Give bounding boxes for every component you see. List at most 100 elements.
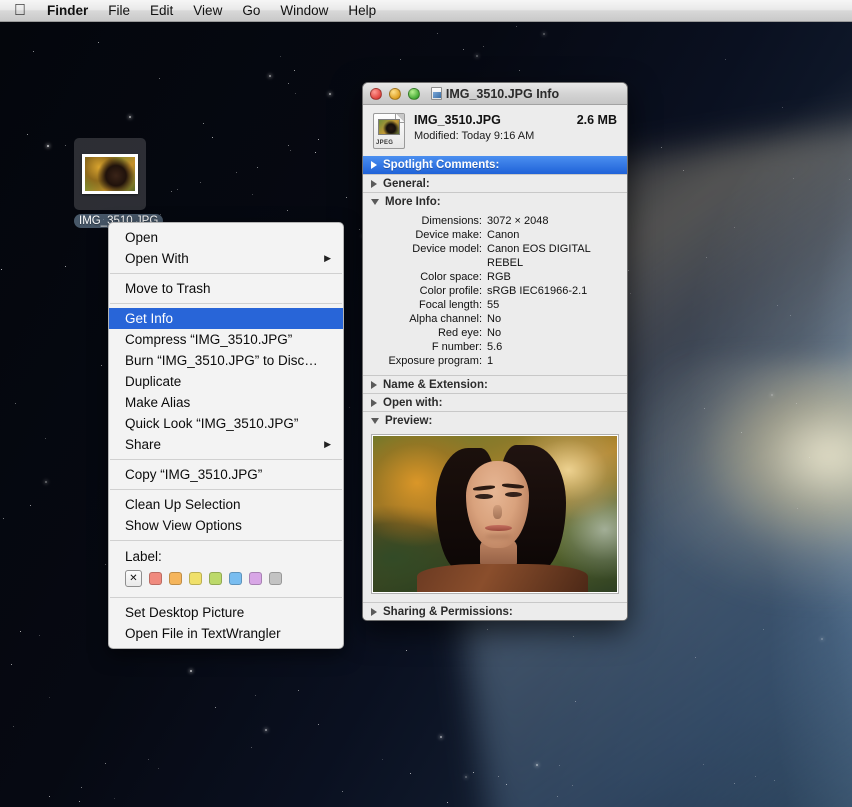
context-menu-item[interactable]: Share ▶ bbox=[109, 434, 343, 455]
menu-item-go[interactable]: Go bbox=[232, 0, 270, 22]
get-info-window[interactable]: IMG_3510.JPG Info JPEG IMG_3510.JPG 2.6 … bbox=[362, 82, 628, 621]
star bbox=[704, 408, 705, 409]
close-button[interactable] bbox=[370, 87, 382, 100]
star bbox=[318, 139, 319, 140]
star bbox=[159, 78, 160, 79]
star bbox=[288, 83, 289, 84]
star bbox=[557, 796, 558, 797]
context-menu-item[interactable]: Move to Trash bbox=[109, 278, 343, 299]
label-color-gray[interactable] bbox=[269, 572, 282, 585]
menu-item-view[interactable]: View bbox=[183, 0, 232, 22]
minimize-button[interactable] bbox=[389, 87, 401, 100]
star bbox=[11, 664, 12, 665]
star bbox=[809, 457, 810, 458]
file-thumbnail bbox=[82, 154, 138, 194]
context-menu-item[interactable]: Get Info bbox=[109, 308, 343, 329]
menu-separator bbox=[110, 489, 342, 490]
more-info-value: 1 bbox=[487, 355, 494, 367]
menu-bar[interactable]:  Finder File Edit View Go Window Help bbox=[0, 0, 852, 22]
label-color-blue[interactable] bbox=[229, 572, 242, 585]
context-menu-item[interactable]: Open With ▶ bbox=[109, 248, 343, 269]
context-menu-item[interactable]: Show View Options bbox=[109, 515, 343, 536]
star bbox=[45, 481, 47, 483]
context-menu-item[interactable]: Clean Up Selection bbox=[109, 494, 343, 515]
context-menu-item-label: Make Alias bbox=[125, 395, 191, 410]
star bbox=[628, 270, 629, 271]
star bbox=[252, 194, 253, 195]
star bbox=[45, 438, 46, 439]
window-title-bar[interactable]: IMG_3510.JPG Info bbox=[363, 83, 627, 105]
menu-item-edit[interactable]: Edit bbox=[140, 0, 183, 22]
desktop-icon-selection-box[interactable] bbox=[74, 138, 146, 210]
star bbox=[382, 759, 383, 760]
window-title: IMG_3510.JPG Info bbox=[363, 86, 627, 101]
menu-item-finder[interactable]: Finder bbox=[37, 0, 98, 22]
section-spotlight-comments[interactable]: Spotlight Comments: bbox=[363, 156, 627, 174]
context-menu-item[interactable]: Set Desktop Picture bbox=[109, 602, 343, 623]
context-menu-item[interactable]: Open bbox=[109, 227, 343, 248]
chevron-right-icon bbox=[371, 179, 377, 188]
star bbox=[148, 759, 149, 760]
more-info-value: No bbox=[487, 327, 502, 339]
menu-separator bbox=[110, 597, 342, 598]
more-info-key: Dimensions: bbox=[421, 215, 482, 227]
label-color-none-button[interactable]: ✕ bbox=[125, 570, 142, 587]
star bbox=[473, 772, 474, 773]
context-menu-item-label: Share bbox=[125, 437, 162, 452]
section-open-with[interactable]: Open with: bbox=[363, 393, 627, 411]
star bbox=[212, 137, 213, 138]
more-info-value: 3072 × 2048 bbox=[487, 215, 549, 227]
more-info-value: Canon EOS DIGITAL bbox=[487, 243, 591, 255]
file-size: 2.6 MB bbox=[576, 113, 617, 127]
star bbox=[774, 780, 775, 781]
section-name-extension[interactable]: Name & Extension: bbox=[363, 375, 627, 393]
chevron-right-icon bbox=[371, 398, 377, 407]
star bbox=[105, 763, 106, 764]
section-sharing-permissions[interactable]: Sharing & Permissions: bbox=[363, 602, 627, 620]
label-color-orange[interactable] bbox=[169, 572, 182, 585]
star bbox=[47, 145, 49, 147]
label-color-purple[interactable] bbox=[249, 572, 262, 585]
section-preview[interactable]: Preview: bbox=[363, 411, 627, 429]
apple-menu[interactable]:  bbox=[0, 0, 37, 22]
context-menu-item-label: Open File in TextWrangler bbox=[125, 626, 281, 641]
context-menu-item[interactable]: Quick Look “IMG_3510.JPG” bbox=[109, 413, 343, 434]
context-menu-item[interactable]: Copy “IMG_3510.JPG” bbox=[109, 464, 343, 485]
star bbox=[661, 147, 662, 148]
context-menu-item[interactable]: Compress “IMG_3510.JPG” bbox=[109, 329, 343, 350]
menu-item-file[interactable]: File bbox=[98, 0, 140, 22]
section-more-info[interactable]: More Info: bbox=[363, 192, 627, 210]
label-color-yellow[interactable] bbox=[189, 572, 202, 585]
star bbox=[298, 690, 299, 691]
menu-item-help[interactable]: Help bbox=[338, 0, 386, 22]
jpeg-file-icon: JPEG bbox=[373, 113, 405, 149]
star bbox=[265, 729, 267, 731]
desktop-file-icon[interactable]: IMG_3510.JPG bbox=[74, 138, 164, 229]
star bbox=[777, 305, 778, 306]
label-color-swatches[interactable]: ✕ bbox=[125, 570, 327, 587]
info-header: JPEG IMG_3510.JPG 2.6 MB Modified: Today… bbox=[363, 105, 627, 156]
star bbox=[342, 791, 343, 792]
star bbox=[295, 93, 296, 94]
section-general[interactable]: General: bbox=[363, 174, 627, 192]
label-color-green[interactable] bbox=[209, 572, 222, 585]
chevron-right-icon bbox=[371, 380, 377, 389]
star bbox=[65, 266, 66, 267]
context-menu-item[interactable]: Open File in TextWrangler bbox=[109, 623, 343, 644]
more-info-key: Device model: bbox=[412, 243, 482, 255]
more-info-key: Color profile: bbox=[419, 285, 482, 297]
more-info-value: sRGB IEC61966-2.1 bbox=[487, 285, 588, 297]
label-color-red[interactable] bbox=[149, 572, 162, 585]
context-menu-item[interactable]: Duplicate bbox=[109, 371, 343, 392]
star bbox=[575, 701, 576, 702]
photo-chin-shadow bbox=[485, 534, 513, 539]
star bbox=[487, 629, 488, 630]
star bbox=[30, 505, 31, 506]
photo-jacket bbox=[416, 563, 588, 592]
context-menu[interactable]: Open Open With ▶ Move to Trash Get Info Compr… bbox=[108, 222, 344, 649]
zoom-button[interactable] bbox=[408, 87, 420, 100]
star bbox=[101, 365, 102, 366]
context-menu-item[interactable]: Make Alias bbox=[109, 392, 343, 413]
context-menu-item[interactable]: Burn “IMG_3510.JPG” to Disc… bbox=[109, 350, 343, 371]
menu-item-window[interactable]: Window bbox=[270, 0, 338, 22]
